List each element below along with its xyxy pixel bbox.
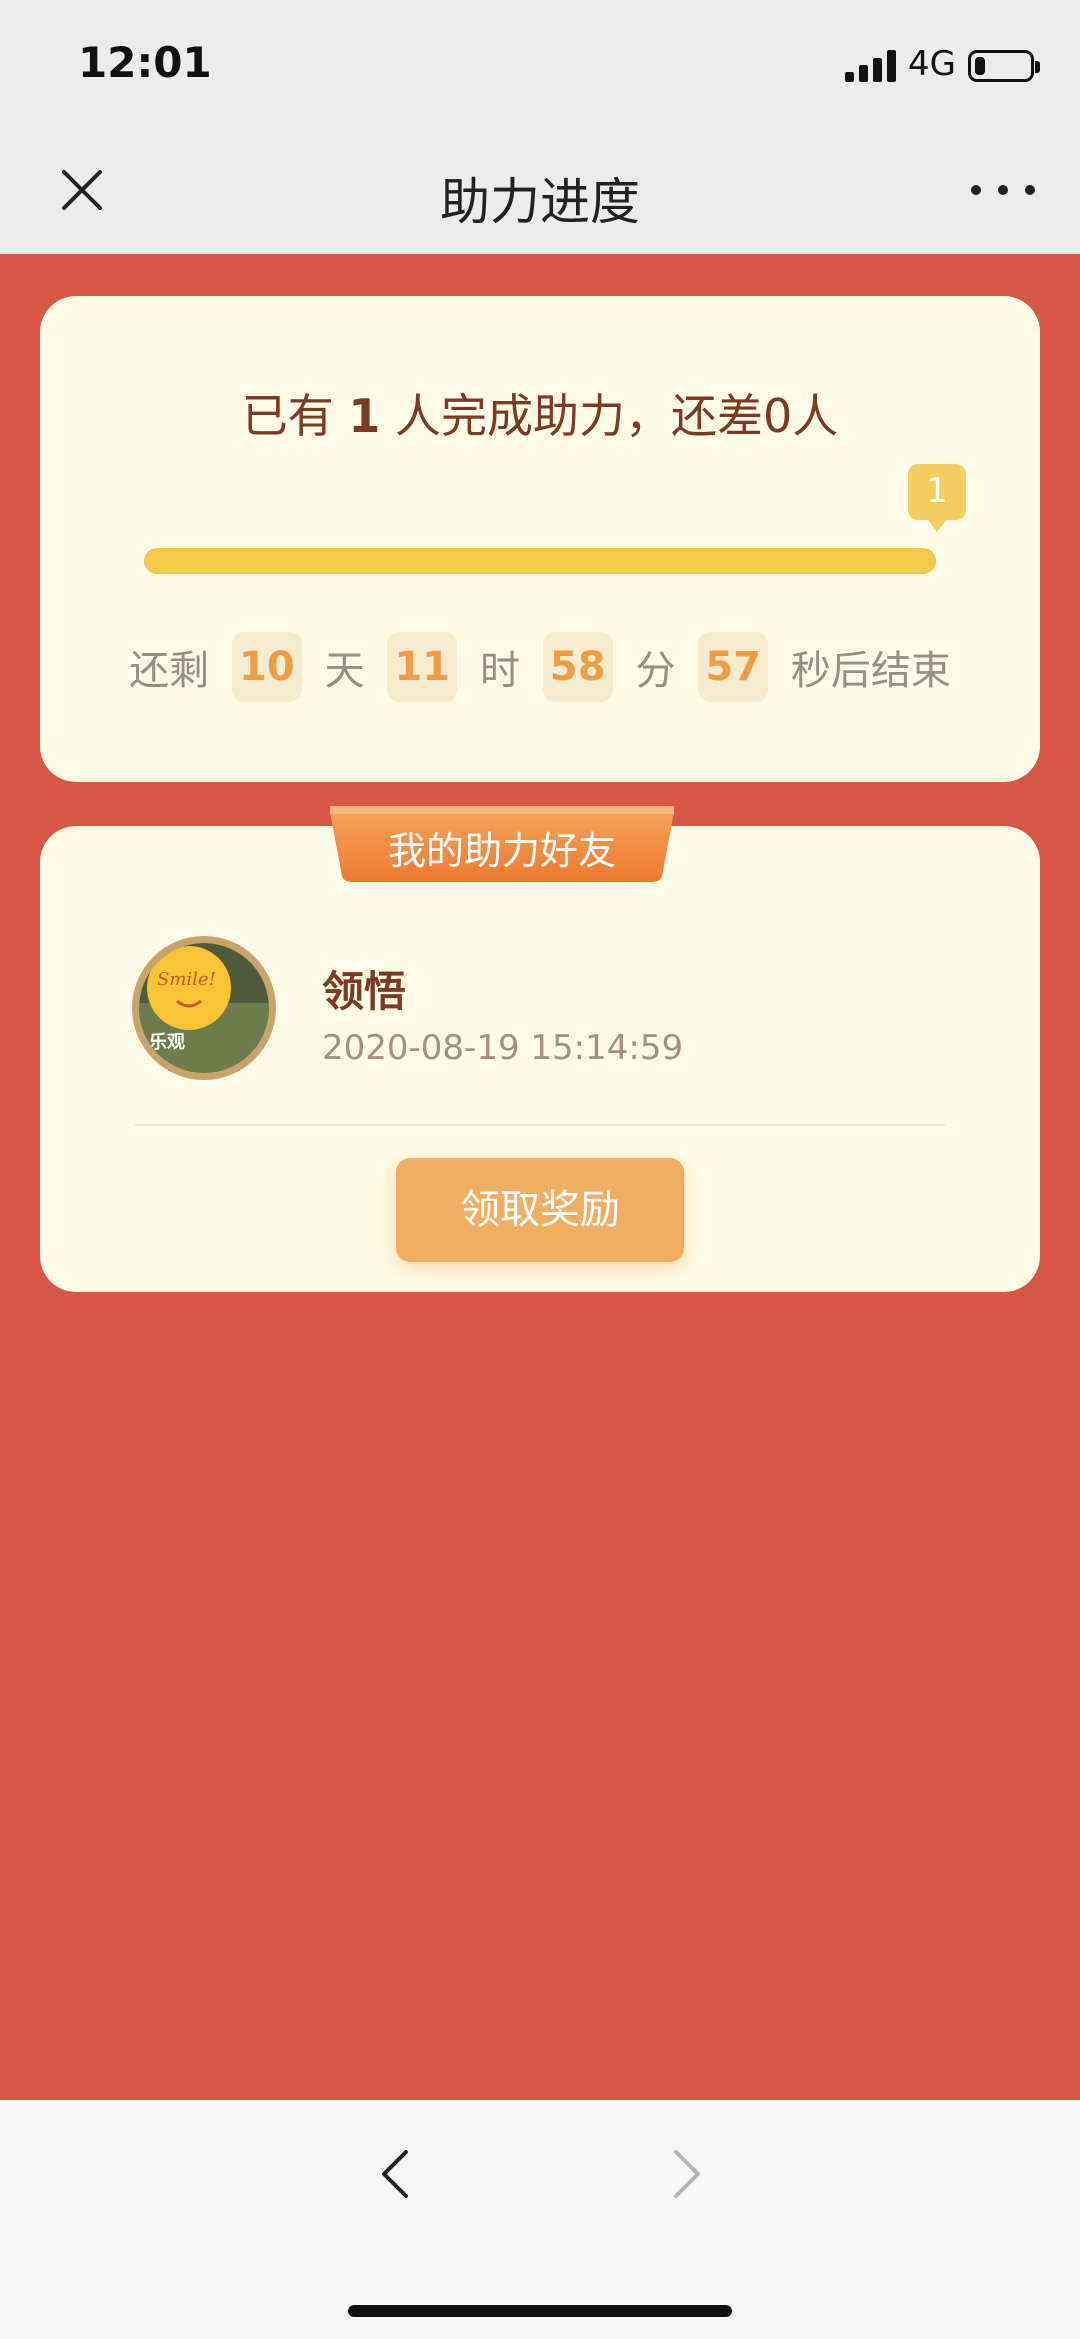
friends-card: Smile! 乐观 领悟 2020-08-19 15:14:59 领取奖励 (40, 826, 1040, 1292)
countdown-hours: 11 (387, 632, 458, 702)
progress-prefix: 已有 (241, 389, 349, 443)
avatar: Smile! 乐观 (132, 936, 276, 1080)
forward-arrow-icon[interactable] (660, 2144, 710, 2204)
battery-icon (968, 50, 1040, 82)
countdown-prefix: 还剩 (129, 648, 210, 694)
divider (135, 1124, 945, 1126)
status-bar: 12:01 4G (0, 0, 1080, 130)
progress-fill (144, 548, 936, 574)
friends-banner-title: 我的助力好友 (387, 829, 616, 873)
countdown-minutes-label: 分 (635, 648, 676, 694)
countdown-days-label: 天 (324, 648, 365, 694)
avatar-caption: 乐观 (149, 1032, 185, 1053)
status-time: 12:01 (78, 38, 212, 87)
progress-summary: 已有 1 人完成助力，还差0人 (40, 380, 1040, 446)
progress-bar (144, 548, 936, 574)
countdown-minutes: 58 (542, 632, 613, 702)
countdown-seconds-label: 秒后结束 (790, 648, 951, 694)
friends-banner: 我的助力好友 (330, 806, 674, 882)
progress-bubble: 1 (908, 464, 966, 532)
nav-bar: 助力进度 (0, 130, 1080, 254)
progress-card: 已有 1 人完成助力，还差0人 1 还剩 10 天 11 时 58 分 57 秒… (40, 296, 1040, 782)
back-arrow-icon[interactable] (372, 2144, 422, 2204)
signal-icon (845, 50, 896, 82)
friend-name: 领悟 (322, 967, 407, 1016)
battery-level (975, 57, 985, 75)
avatar-image: Smile! 乐观 (139, 943, 269, 1073)
countdown: 还剩 10 天 11 时 58 分 57 秒后结束 (40, 632, 1040, 702)
list-item: Smile! 乐观 领悟 2020-08-19 15:14:59 (132, 936, 972, 1086)
friend-time: 2020-08-19 15:14:59 (322, 1028, 684, 1068)
page-title: 助力进度 (440, 173, 640, 231)
avatar-smile-text: Smile! (157, 969, 216, 990)
claim-reward-button[interactable]: 领取奖励 (396, 1158, 684, 1262)
home-indicator (348, 2305, 732, 2317)
progress-suffix: 人完成助力，还差0人 (380, 389, 839, 443)
countdown-hours-label: 时 (480, 648, 520, 694)
progress-done-count: 1 (348, 389, 381, 443)
network-type: 4G (908, 44, 956, 84)
bottom-toolbar (0, 2100, 1080, 2339)
countdown-days: 10 (231, 632, 302, 702)
countdown-seconds: 57 (698, 632, 769, 702)
more-icon[interactable] (964, 170, 1042, 210)
